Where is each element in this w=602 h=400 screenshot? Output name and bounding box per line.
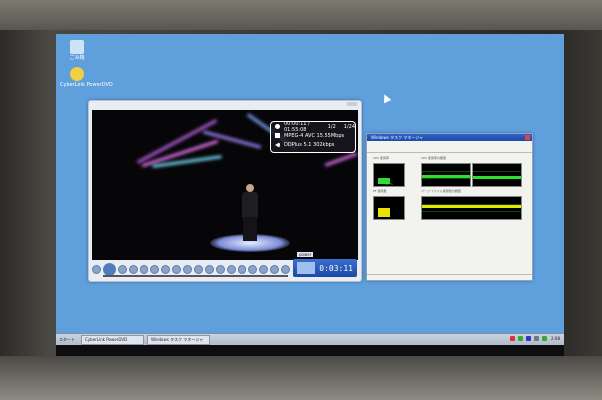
desktop-screen: ごみ箱 CyberLink PowerDVD 00:00:11 / 01:55:… bbox=[56, 34, 564, 356]
cpu-history-graph-2 bbox=[472, 163, 522, 187]
seek-bar[interactable] bbox=[103, 275, 288, 277]
stage-light-beam bbox=[202, 130, 262, 149]
mini-preview bbox=[297, 262, 315, 274]
monitor-bottom-frame bbox=[0, 356, 602, 400]
taskbar-item-task-manager[interactable]: Windows タスク マネージャ bbox=[147, 335, 210, 345]
cpu-usage-graph: 32 % bbox=[373, 163, 405, 187]
mute-button[interactable] bbox=[259, 264, 269, 274]
grid-line bbox=[422, 211, 521, 212]
player-titlebar[interactable] bbox=[89, 101, 361, 108]
pf-usage-graph bbox=[373, 196, 405, 220]
monitor-top-frame bbox=[0, 0, 602, 30]
powerdvd-logo: power bbox=[297, 252, 314, 257]
repeat-button[interactable] bbox=[193, 264, 203, 274]
volume-button[interactable] bbox=[270, 264, 280, 274]
taskbar-item-powerdvd[interactable]: CyberLink PowerDVD bbox=[81, 335, 144, 345]
close-button[interactable] bbox=[525, 135, 530, 140]
performer-body bbox=[242, 192, 258, 218]
powerdvd-icon bbox=[70, 67, 84, 81]
step-forward-button[interactable] bbox=[183, 264, 192, 274]
grid-line bbox=[473, 171, 521, 172]
clock: 2:08 bbox=[551, 336, 560, 341]
zoom-button[interactable] bbox=[248, 264, 258, 274]
system-tray: 2:08 bbox=[507, 336, 560, 341]
play-button[interactable] bbox=[102, 262, 116, 276]
eject-button[interactable] bbox=[281, 264, 290, 274]
menu-button[interactable] bbox=[237, 264, 247, 274]
pf-trace bbox=[422, 205, 521, 208]
powerdvd-player-window[interactable]: 00:00:11 / 01:55:08 1/2 1/24 MPEG-4 AVC 15… bbox=[88, 100, 362, 282]
disc-icon bbox=[275, 124, 280, 129]
task-manager-titlebar[interactable]: Windows タスク マネージャ bbox=[367, 134, 532, 141]
tray-icon[interactable] bbox=[534, 336, 540, 341]
tray-icon[interactable] bbox=[542, 336, 548, 341]
pf-usage-bar bbox=[378, 208, 390, 217]
window-controls[interactable] bbox=[347, 102, 357, 106]
start-button[interactable]: スタート bbox=[59, 337, 75, 343]
angle-button[interactable] bbox=[226, 264, 236, 274]
audio-button[interactable] bbox=[215, 264, 225, 274]
task-manager-window[interactable]: Windows タスク マネージャ CPU 使用率 32 % CPU 使用率の履… bbox=[366, 133, 533, 281]
mouse-cursor-icon bbox=[380, 92, 392, 104]
pf-history-graph bbox=[421, 196, 522, 220]
rewind-button[interactable] bbox=[150, 264, 160, 274]
player-controls bbox=[92, 262, 292, 276]
screen-lower-edge bbox=[56, 345, 564, 356]
tray-icon[interactable] bbox=[518, 336, 524, 341]
subtitle-button[interactable] bbox=[204, 264, 214, 274]
cpu-history-graph-1 bbox=[421, 163, 471, 187]
grid-line bbox=[422, 171, 470, 172]
next-button[interactable] bbox=[139, 264, 149, 274]
stage-light-beam bbox=[324, 152, 358, 167]
pause-button[interactable] bbox=[117, 264, 127, 274]
fast-forward-button[interactable] bbox=[161, 264, 171, 274]
tray-icon[interactable] bbox=[510, 336, 516, 341]
desktop-icon-powerdvd[interactable]: CyberLink PowerDVD bbox=[60, 67, 113, 88]
time-display: 0:03:11 bbox=[293, 259, 357, 277]
recycle-bin-icon bbox=[70, 40, 84, 54]
desktop-icon-recycle-bin[interactable]: ごみ箱 bbox=[60, 40, 94, 61]
tab-bar[interactable] bbox=[367, 146, 532, 153]
performer bbox=[246, 184, 254, 192]
grid-line bbox=[422, 178, 470, 179]
stop-button[interactable] bbox=[92, 264, 101, 274]
playback-info-osd: 00:00:11 / 01:55:08 1/2 1/24 MPEG-4 AVC 15… bbox=[270, 121, 356, 153]
video-area[interactable]: 00:00:11 / 01:55:08 1/2 1/24 MPEG-4 AVC 15… bbox=[92, 110, 358, 260]
video-icon bbox=[275, 133, 280, 138]
step-back-button[interactable] bbox=[172, 264, 182, 274]
performer-legs bbox=[243, 217, 257, 241]
status-bar bbox=[367, 274, 532, 280]
tray-icon[interactable] bbox=[526, 336, 532, 341]
previous-button[interactable] bbox=[128, 264, 138, 274]
cpu-trace bbox=[473, 176, 521, 179]
cpu-trace bbox=[422, 175, 470, 178]
speaker-icon bbox=[275, 141, 280, 148]
